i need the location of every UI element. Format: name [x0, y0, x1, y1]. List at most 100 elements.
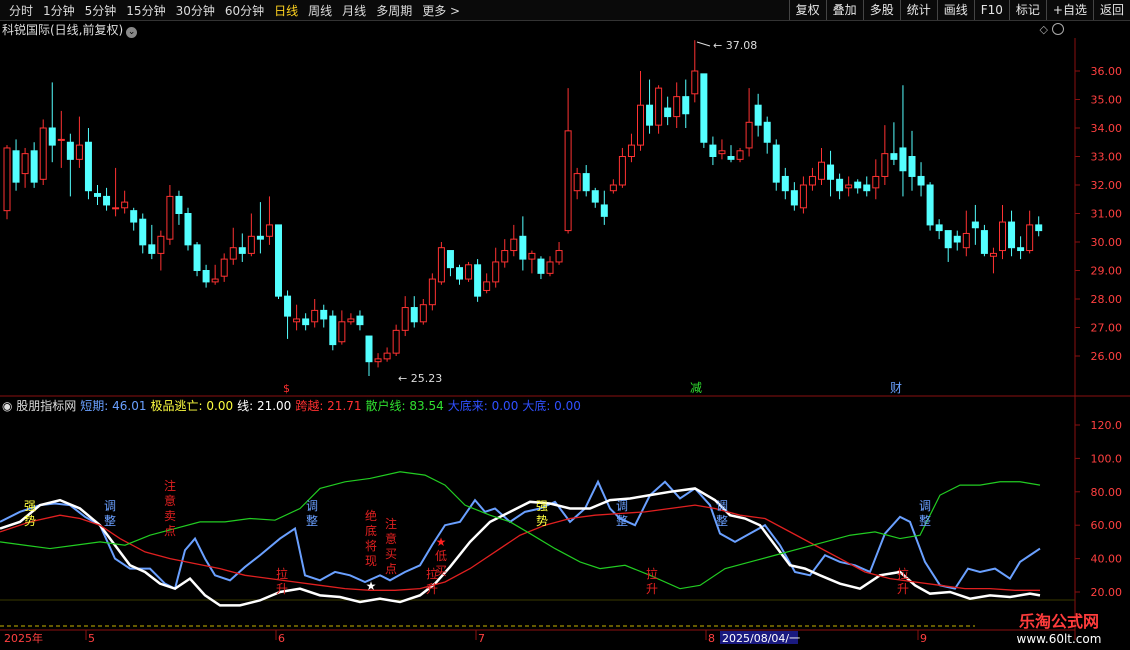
signal-annotation: 升 [897, 582, 909, 596]
candle-body [989, 252, 997, 257]
candle-body [401, 307, 409, 331]
candle-body [501, 250, 509, 263]
candle-body [609, 184, 617, 192]
candle-body [781, 175, 789, 192]
candle-body [890, 153, 898, 160]
price-tick-label: 29.00 [1091, 265, 1123, 278]
candle-body [537, 258, 545, 274]
candle-body [772, 144, 780, 183]
candle-body [103, 195, 111, 206]
price-tick-label: 33.00 [1091, 151, 1123, 164]
candle-body [247, 235, 255, 254]
candle-body [3, 147, 11, 212]
month-label: 7 [478, 632, 485, 645]
event-marker: 减 [690, 381, 702, 395]
candle-body [338, 321, 346, 343]
signal-annotation: 调 [919, 499, 931, 513]
event-marker: $ [283, 382, 290, 395]
candle-body [827, 164, 835, 180]
candle-body [691, 70, 699, 95]
candle-body [410, 307, 418, 323]
candle-body [926, 184, 934, 226]
logo-title: 乐淘公式网 [1018, 612, 1099, 631]
candle-body [329, 315, 337, 346]
event-marker: 财 [890, 381, 902, 395]
candle-body [419, 304, 427, 323]
candle-body [582, 173, 590, 192]
candle-body [854, 181, 862, 189]
price-tick-label: 36.00 [1091, 65, 1123, 78]
signal-annotation: 注 [385, 516, 397, 531]
candle-body [428, 278, 436, 306]
candle-body [112, 207, 120, 210]
candle-body [673, 96, 681, 118]
ind-tick-label: 100.0 [1091, 452, 1123, 465]
candle-body [591, 190, 599, 203]
ind-tick-label: 80.00 [1091, 486, 1123, 499]
month-label: 5 [88, 632, 95, 645]
candle-body [238, 247, 246, 254]
kline-chart[interactable]: 36.00 35.00 34.00 33.00 32.00 31.00 30.00 29.00… [0, 0, 1130, 650]
candle-body [374, 358, 382, 363]
candle-body [275, 224, 282, 297]
signal-annotation: 拉 [276, 566, 288, 581]
retail-line [0, 471, 1041, 590]
month-label: 8 [708, 632, 715, 645]
candle-body [1026, 224, 1034, 252]
signal-annotation: 整 [919, 513, 931, 528]
candle-body [256, 235, 264, 240]
candle-body [1017, 247, 1025, 252]
candle-body [682, 96, 690, 115]
candle-body [383, 352, 391, 360]
candle-body [872, 175, 880, 189]
candle-body [148, 244, 156, 254]
candle-body [736, 150, 744, 160]
candle-body [836, 178, 844, 192]
candle-body [618, 156, 626, 186]
price-tick-label: 34.00 [1091, 122, 1123, 135]
candle-body [799, 184, 807, 209]
candle-body [265, 224, 273, 237]
month-label: 6 [278, 632, 285, 645]
candle-body [881, 153, 889, 177]
candle-body [456, 267, 463, 280]
signal-annotation: 将 [365, 539, 377, 553]
signal-annotation: 调 [104, 499, 116, 513]
candle-body [754, 104, 762, 126]
candle-body [311, 309, 319, 323]
candle-body [917, 175, 925, 186]
candle-body [790, 190, 798, 206]
signal-annotation: 整 [104, 513, 116, 528]
signal-annotation: 调 [306, 499, 318, 513]
candle-body [220, 258, 228, 277]
white-line [0, 487, 1041, 607]
price-tick-label: 27.00 [1091, 322, 1123, 335]
signal-annotation: 拉 [426, 566, 438, 581]
candle-body [175, 195, 183, 214]
candle-body [365, 335, 373, 363]
candle-body [66, 141, 74, 160]
candle-body [709, 144, 717, 158]
candle-body [193, 244, 201, 272]
candle-body [437, 247, 445, 283]
candle-body [745, 121, 753, 149]
candle-body [546, 261, 554, 274]
candle-body [75, 144, 83, 160]
candle-body [935, 224, 943, 232]
candle-body [908, 156, 916, 177]
signal-annotation: 势 [536, 514, 548, 528]
signal-annotation: 升 [646, 582, 658, 596]
signal-annotation: 点 [385, 562, 397, 576]
candle-body [980, 230, 988, 254]
year-label: 2025年 [4, 631, 43, 645]
signal-annotation: 买 [385, 547, 397, 561]
candle-body [573, 173, 581, 192]
candle-body [492, 261, 500, 283]
candle-body [39, 127, 47, 180]
candle-body [157, 235, 165, 254]
candle-body [763, 121, 771, 143]
signal-annotation: 势 [24, 514, 36, 528]
candle-body [519, 235, 527, 260]
candle-body [727, 156, 735, 160]
cross-line [0, 504, 1040, 591]
